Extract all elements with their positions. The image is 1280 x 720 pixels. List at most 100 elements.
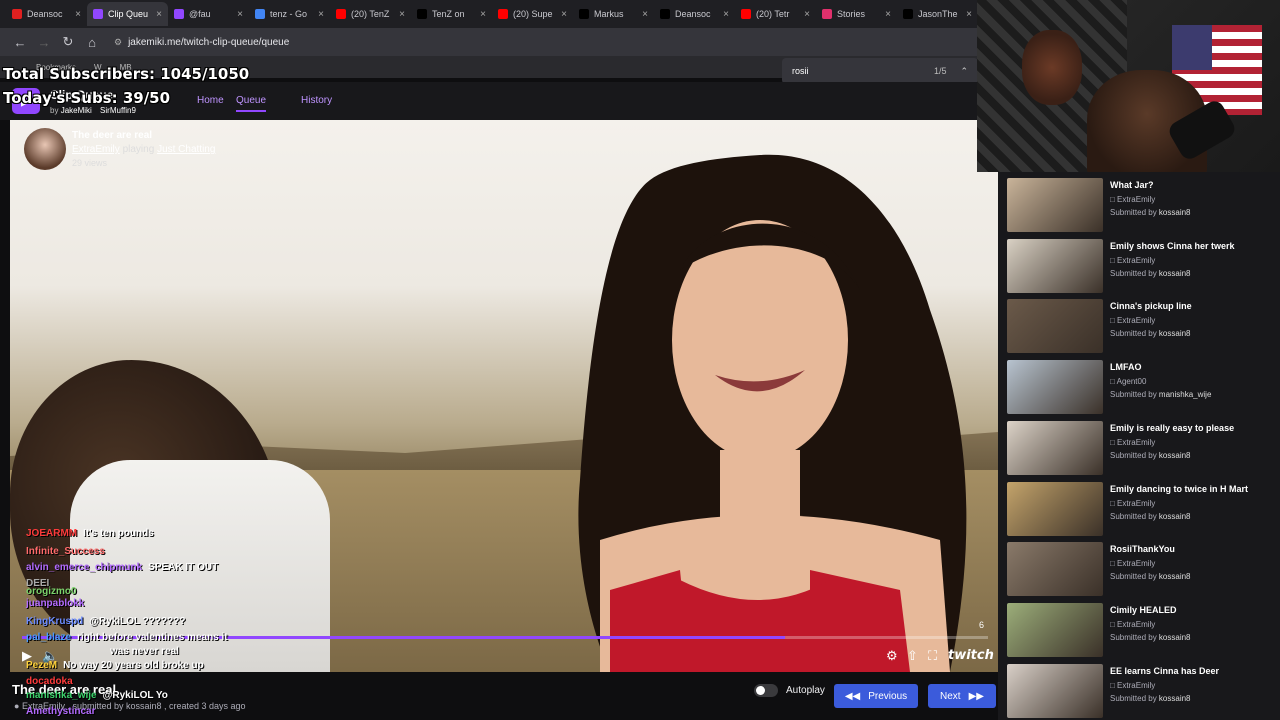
find-up-icon[interactable]: ⌃ [960, 66, 968, 77]
tab-close-icon[interactable]: × [318, 9, 324, 20]
queue-item[interactable]: Cimily HEALED □ ExtraEmily Submitted by ko… [1006, 602, 1276, 659]
queue-item-channel: □ ExtraEmily [1110, 680, 1156, 690]
browser-tab[interactable]: tenz - Go × [249, 2, 330, 26]
queue-item[interactable]: EE learns Cinna has Deer □ ExtraEmily Subm… [1006, 663, 1276, 720]
forward-icon[interactable]: → [32, 30, 56, 54]
queue-item[interactable]: LMFAO □ Agent00 Submitted by manishka_wije [1006, 360, 1276, 416]
tab-close-icon[interactable]: × [966, 9, 972, 20]
app-credits: by JakeMiki SirMuffin9 [50, 106, 136, 115]
clip-channel-link[interactable]: ExtraEmily [72, 144, 120, 155]
submitted-by-label: Submitted by [1110, 208, 1159, 217]
url-field[interactable]: ⚙ jakemiki.me/twitch-clip-queue/queue [114, 37, 289, 48]
browser-tab[interactable]: JasonThe × [897, 2, 978, 26]
queue-thumbnail[interactable] [1007, 542, 1103, 597]
tab-favicon-icon [822, 9, 832, 19]
queue-item[interactable]: Emily dancing to twice in H Mart □ ExtraE… [1006, 481, 1276, 538]
submitted-by-label: Submitted by [1110, 329, 1159, 339]
nav-queue[interactable]: Queue [236, 95, 267, 112]
fullscreen-icon[interactable]: ⛶ [928, 648, 937, 664]
queue-item[interactable]: Emily shows Cinna her twerk □ ExtraEmily S… [1006, 238, 1276, 295]
submitter-name: kossain8 [1158, 329, 1191, 339]
tab-close-icon[interactable]: × [804, 9, 810, 20]
browser-tab[interactable]: @fau × [168, 2, 249, 26]
autoplay-label: Autoplay [786, 685, 825, 696]
channel-avatar[interactable] [24, 128, 66, 170]
browser-tab[interactable]: (20) Supe × [492, 2, 573, 26]
queue-thumbnail[interactable] [1007, 360, 1103, 415]
tab-label: (20) Supe [513, 9, 553, 19]
chat-text: @RykiLOL ??????? [89, 616, 186, 627]
clip-views: 29 views [72, 158, 108, 168]
author-link[interactable]: JakeMiki [61, 106, 92, 115]
browser-tab[interactable]: Stories × [816, 2, 897, 26]
author-link[interactable]: SirMuffin9 [100, 106, 136, 115]
tab-close-icon[interactable]: × [237, 9, 243, 20]
nav-history[interactable]: History [301, 95, 332, 106]
browser-tab[interactable]: Clip Queu × [87, 2, 168, 26]
queue-thumbnail[interactable] [1007, 481, 1103, 536]
nav-home[interactable]: Home [197, 95, 224, 106]
chat-username: docadoka [26, 676, 73, 687]
find-input[interactable]: rosii [792, 66, 809, 76]
queue-thumbnail[interactable] [1007, 663, 1103, 718]
queue-item[interactable]: RosiiThankYou □ ExtraEmily Submitted by ko… [1006, 542, 1276, 598]
tab-label: Deansoc [675, 9, 711, 19]
queue-thumbnail[interactable] [1007, 238, 1103, 293]
submitter-name: kossain8 [1158, 208, 1191, 217]
reload-icon[interactable]: ↻ [56, 30, 80, 54]
queue-item-channel: □ Agent00 [1110, 377, 1147, 387]
clip-channel-line: ExtraEmily playing Just Chatting [72, 144, 215, 155]
tab-close-icon[interactable]: × [885, 9, 891, 20]
chat-message: Amethystincar [26, 706, 101, 717]
share-icon[interactable]: ⇧ [907, 648, 918, 664]
tab-label: Stories [837, 9, 866, 19]
chat-text: @RykiLOL Yo [102, 690, 168, 701]
queue-item[interactable]: Cinna's pickup line □ ExtraEmily Submitted… [1006, 299, 1276, 355]
browser-tab[interactable]: (20) TenZ × [330, 2, 411, 26]
queue-item-submitter: Submitted by kossain8 [1110, 694, 1191, 703]
clip-category-link[interactable]: Just Chatting [157, 144, 215, 155]
autoplay-toggle[interactable] [754, 684, 778, 697]
video-player[interactable]: The deer are real ExtraEmily playing Jus… [10, 120, 998, 672]
browser-tab[interactable]: Deansoc × [6, 2, 87, 26]
queue-item-channel: □ ExtraEmily [1110, 498, 1156, 508]
autoplay-control[interactable]: Autoplay [754, 684, 825, 697]
tab-close-icon[interactable]: × [723, 9, 729, 20]
queue-item-channel: □ ExtraEmily [1110, 316, 1156, 326]
back-icon[interactable]: ← [8, 30, 32, 54]
browser-tab[interactable]: (20) Tetr × [735, 2, 816, 26]
tab-close-icon[interactable]: × [75, 9, 81, 20]
submitted-by-label: Submitted by [1110, 632, 1159, 642]
tab-close-icon[interactable]: × [480, 9, 486, 20]
settings-icon[interactable]: ⚙ [886, 648, 898, 664]
today-subs-counter: Today's Subs: 39/50 [3, 89, 171, 107]
total-subscribers-counter: Total Subscribers: 1045/1050 [3, 65, 250, 83]
tab-close-icon[interactable]: × [156, 9, 162, 20]
site-info-icon[interactable]: ⚙ [114, 37, 122, 48]
find-bar: rosii 1/5 ⌃ [782, 58, 978, 84]
tab-label: (20) Tetr [756, 9, 790, 19]
queue-thumbnail[interactable] [1007, 178, 1103, 232]
home-icon[interactable]: ⌂ [80, 30, 104, 54]
queue-item[interactable]: What Jar? □ ExtraEmily Submitted by kossai… [1006, 178, 1276, 234]
queue-item[interactable]: Emily is really easy to please □ ExtraEmi… [1006, 420, 1276, 477]
queue-item-title: EE learns Cinna has Deer [1110, 665, 1220, 676]
chat-message: JOEARMM It's ten pounds [26, 528, 154, 539]
tab-favicon-icon [174, 9, 184, 19]
queue-thumbnail[interactable] [1007, 602, 1103, 657]
chat-text: No way 20 years old broke up [63, 660, 204, 671]
previous-button[interactable]: ◀◀ Previous [834, 684, 918, 708]
tab-close-icon[interactable]: × [399, 9, 405, 20]
queue-thumbnail[interactable] [1007, 299, 1103, 354]
tab-favicon-icon [336, 9, 346, 19]
queue-thumbnail[interactable] [1007, 420, 1103, 475]
next-button[interactable]: Next ▶▶ [928, 684, 996, 708]
browser-tab[interactable]: Deansoc × [654, 2, 735, 26]
submitter-name: kossain8 [1158, 632, 1191, 642]
browser-tab[interactable]: Markus × [573, 2, 654, 26]
twitch-logo[interactable]: twitch [948, 648, 994, 663]
tab-close-icon[interactable]: × [642, 9, 648, 20]
tab-close-icon[interactable]: × [561, 9, 567, 20]
browser-tab[interactable]: TenZ on × [411, 2, 492, 26]
submitted-by-label: Submitted by [1110, 693, 1159, 703]
